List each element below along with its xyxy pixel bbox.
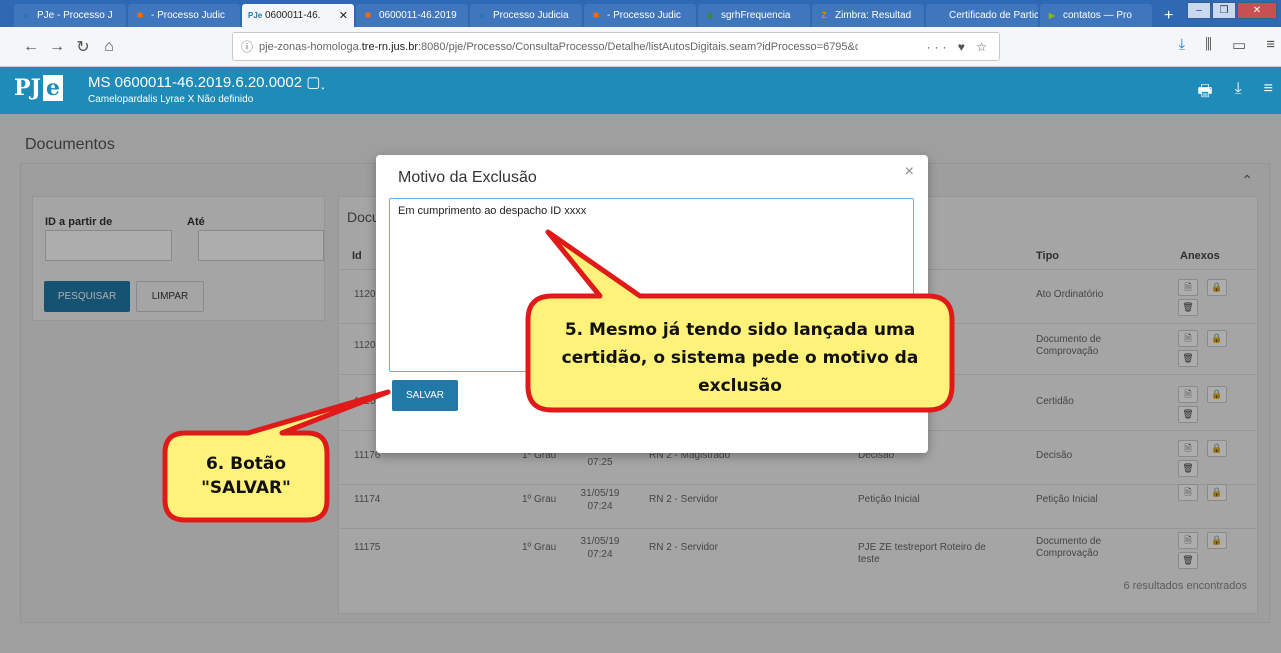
save-callout-text: 6. Botão "SALVAR" — [201, 454, 291, 498]
main-callout-text: 5. Mesmo já tendo sido lançada uma certi… — [561, 320, 919, 396]
